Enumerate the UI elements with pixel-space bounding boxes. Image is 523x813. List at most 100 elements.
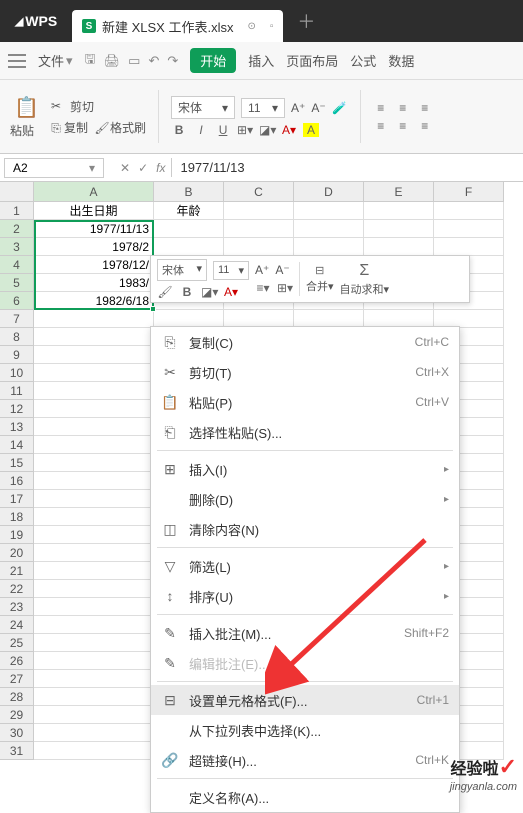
cell[interactable] (434, 238, 504, 256)
cm-paste[interactable]: 📋粘贴(P)Ctrl+V (151, 387, 459, 417)
cell[interactable] (34, 508, 154, 526)
save-icon[interactable]: 🖫 (85, 50, 96, 72)
cell[interactable] (34, 688, 154, 706)
row-header[interactable]: 21 (0, 562, 34, 580)
cell[interactable] (34, 526, 154, 544)
cm-format-cells[interactable]: ⊟设置单元格格式(F)...Ctrl+1 (151, 685, 459, 715)
underline-button[interactable]: U (215, 123, 231, 137)
highlight-button[interactable]: A (303, 123, 319, 137)
row-header[interactable]: 10 (0, 364, 34, 382)
cell[interactable] (434, 220, 504, 238)
cell[interactable] (434, 202, 504, 220)
row-header[interactable]: 8 (0, 328, 34, 346)
row-header[interactable]: 26 (0, 652, 34, 670)
cell[interactable] (34, 382, 154, 400)
row-header[interactable]: 20 (0, 544, 34, 562)
cut-button[interactable]: ✂剪切 (48, 98, 146, 115)
row-header[interactable]: 17 (0, 490, 34, 508)
format-painter-button[interactable]: 🖌格式刷 (94, 119, 146, 136)
col-header-F[interactable]: F (434, 182, 504, 202)
cell[interactable] (34, 418, 154, 436)
row-header[interactable]: 19 (0, 526, 34, 544)
cell[interactable]: 年龄 (154, 202, 224, 220)
row-header[interactable]: 31 (0, 742, 34, 760)
row-header[interactable]: 25 (0, 634, 34, 652)
fx-icon[interactable]: fx (156, 161, 165, 175)
mini-border-button[interactable]: ⊞▾ (277, 281, 293, 295)
tab-data[interactable]: 数据 (388, 51, 414, 70)
cell[interactable] (154, 238, 224, 256)
cell[interactable] (34, 724, 154, 742)
cm-pick-from-list[interactable]: 从下拉列表中选择(K)... (151, 715, 459, 745)
cm-cut[interactable]: ✂剪切(T)Ctrl+X (151, 357, 459, 387)
cm-insert-comment[interactable]: ✎插入批注(M)...Shift+F2 (151, 618, 459, 648)
row-header[interactable]: 16 (0, 472, 34, 490)
border-button[interactable]: ⊞▾ (237, 123, 253, 137)
cell[interactable] (224, 238, 294, 256)
name-box[interactable]: A2▾ (4, 158, 104, 178)
mini-brush-icon[interactable]: 🖌 (157, 285, 173, 299)
row-header[interactable]: 9 (0, 346, 34, 364)
row-header[interactable]: 22 (0, 580, 34, 598)
font-color-button[interactable]: A▾ (281, 123, 297, 137)
cm-delete[interactable]: 删除(D)▸ (151, 484, 459, 514)
cell[interactable] (34, 364, 154, 382)
row-header[interactable]: 23 (0, 598, 34, 616)
align-left-button[interactable]: ≡ (373, 119, 389, 133)
cell[interactable]: 1982/6/18 (34, 292, 154, 310)
cm-define-name[interactable]: 定义名称(A)... (151, 782, 459, 812)
font-name-select[interactable]: 宋体▾ (171, 96, 235, 119)
cell[interactable] (364, 220, 434, 238)
row-header[interactable]: 29 (0, 706, 34, 724)
cell[interactable] (34, 670, 154, 688)
mini-fill-button[interactable]: ◪▾ (201, 285, 217, 299)
col-header-A[interactable]: A (34, 182, 154, 202)
mini-bold-button[interactable]: B (179, 285, 195, 299)
copy-button[interactable]: ⎘复制 (48, 119, 88, 136)
row-header[interactable]: 14 (0, 436, 34, 454)
cell[interactable] (34, 328, 154, 346)
preview-icon[interactable]: ▭ (128, 53, 140, 69)
cell[interactable]: 出生日期 (34, 202, 154, 220)
fill-color-button[interactable]: ◪▾ (259, 123, 275, 137)
cell[interactable]: 1978/2 (34, 238, 154, 256)
mini-autosum-button[interactable]: Σ 自动求和▾ (340, 262, 390, 297)
mini-font-select[interactable]: 宋体▾ (157, 259, 207, 281)
mini-dec-font[interactable]: A⁻ (275, 263, 289, 277)
undo-icon[interactable]: ↶ (148, 53, 159, 69)
cell[interactable] (294, 220, 364, 238)
cell[interactable] (224, 220, 294, 238)
cell[interactable] (364, 202, 434, 220)
file-menu[interactable]: 文件▾ (38, 51, 73, 70)
cell[interactable] (34, 346, 154, 364)
cell[interactable] (154, 220, 224, 238)
select-all-corner[interactable] (0, 182, 34, 202)
new-tab-button[interactable]: ＋ (291, 8, 321, 34)
decrease-font-button[interactable]: A⁻ (311, 101, 325, 115)
cell[interactable] (224, 202, 294, 220)
cm-copy[interactable]: ⎘复制(C)Ctrl+C (151, 327, 459, 357)
mini-font-color-button[interactable]: A▾ (223, 285, 239, 299)
row-header[interactable]: 18 (0, 508, 34, 526)
hamburger-icon[interactable] (8, 54, 26, 68)
cm-sort[interactable]: ↕排序(U)▸ (151, 581, 459, 611)
align-center-button[interactable]: ≡ (395, 119, 411, 133)
cell[interactable] (34, 616, 154, 634)
row-header[interactable]: 28 (0, 688, 34, 706)
cell[interactable] (294, 202, 364, 220)
cell[interactable] (34, 742, 154, 760)
formula-bar[interactable]: 1977/11/13 (171, 158, 523, 177)
row-header[interactable]: 1 (0, 202, 34, 220)
row-header[interactable]: 12 (0, 400, 34, 418)
row-header[interactable]: 7 (0, 310, 34, 328)
row-header[interactable]: 27 (0, 670, 34, 688)
cm-clear[interactable]: ◫清除内容(N) (151, 514, 459, 544)
col-header-D[interactable]: D (294, 182, 364, 202)
print-icon[interactable]: 🖨 (104, 53, 121, 69)
mini-merge-button[interactable]: ⊟ 合并▾ (306, 264, 334, 294)
cell[interactable] (34, 310, 154, 328)
font-size-select[interactable]: 11▾ (241, 98, 285, 118)
cell[interactable] (34, 400, 154, 418)
row-header[interactable]: 4 (0, 256, 34, 274)
cell[interactable] (34, 652, 154, 670)
